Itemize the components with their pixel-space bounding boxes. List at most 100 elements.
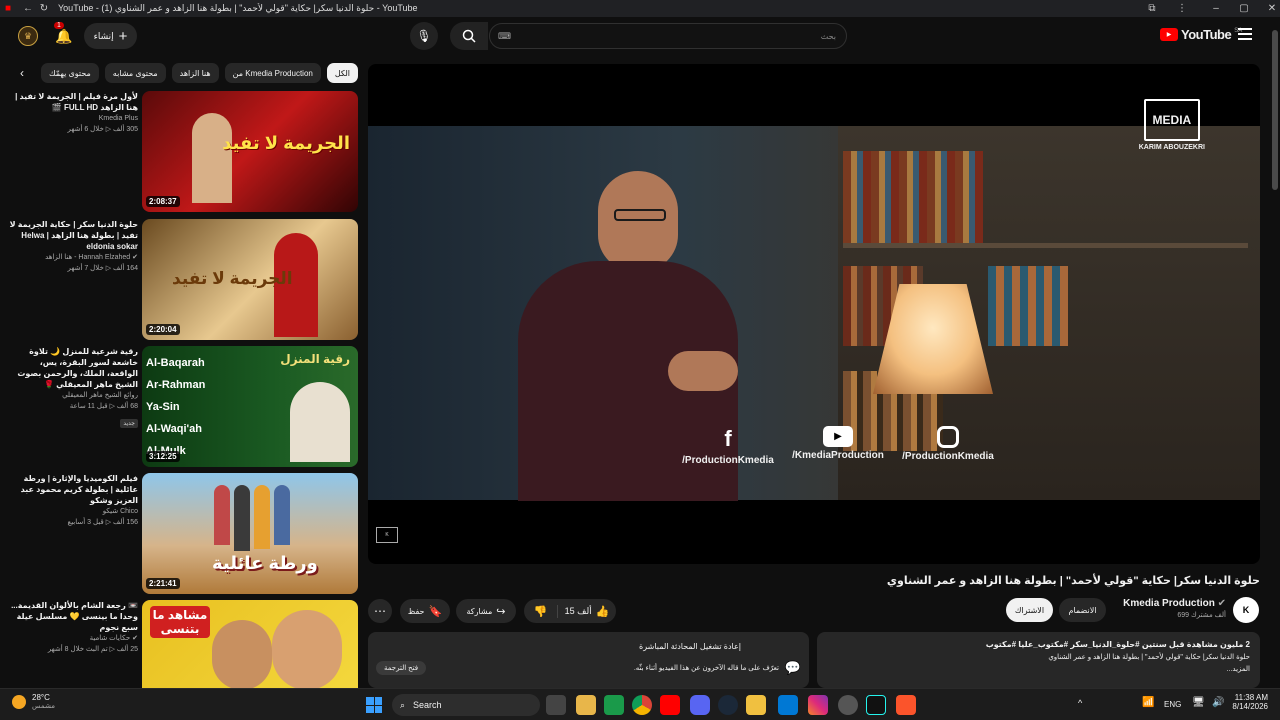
thumbnail[interactable]: Al-BaqarahAr-RahmanYa-SinAl-Waqi'ahAl-Mu… <box>142 346 358 467</box>
facebook-icon: f <box>724 426 732 451</box>
chip-from-channel[interactable]: من Kmedia Production <box>224 63 321 83</box>
volume-icon[interactable]: 🔊 <box>1212 697 1224 708</box>
rec-meta: 305 ألف ▷ خلال 6 أشهر <box>67 126 138 133</box>
rec-meta: 164 ألف ▷ خلال 7 أشهر <box>67 265 138 272</box>
back-icon[interactable]: ← <box>20 3 36 14</box>
file-explorer-icon[interactable] <box>576 695 596 715</box>
folder-icon[interactable] <box>746 695 766 715</box>
create-button[interactable]: إنشاء + <box>84 23 137 49</box>
chip-for-you[interactable]: محتوى يهمّك <box>41 63 99 83</box>
list-item[interactable]: Al-BaqarahAr-RahmanYa-SinAl-Waqi'ahAl-Mu… <box>8 346 358 467</box>
chat-replay-button[interactable]: فتح الترجمة <box>376 661 427 675</box>
task-view-icon[interactable] <box>546 695 566 715</box>
join-button[interactable]: الانضمام <box>1059 598 1106 622</box>
chip-all[interactable]: الكل <box>326 63 358 83</box>
taskbar-search[interactable]: ⌕ Search <box>392 694 540 716</box>
rec-channel[interactable]: ✔ Hannah Elzahed - هنا الزاهد <box>8 252 138 263</box>
microphone-icon: 🎙 <box>416 29 432 43</box>
search-button[interactable] <box>450 22 488 50</box>
rec-channel[interactable]: Kmedia Plus <box>8 113 138 124</box>
rec-title[interactable]: 📼 رجعة الشام بالألوان القديمة... وحدا ما… <box>8 600 138 633</box>
duration: 2:20:04 <box>146 324 180 335</box>
thumbnail[interactable]: الجريمة لا تفيد 2:08:37 <box>142 91 358 212</box>
chips-prev-icon[interactable]: ‹ <box>20 66 24 80</box>
windows-start-icon[interactable] <box>366 697 382 713</box>
youtube-social-icon: ▶ <box>823 426 853 447</box>
extensions-icon[interactable]: ⧉ <box>1144 3 1160 14</box>
language-indicator[interactable]: ENG <box>1164 700 1181 709</box>
windows-taskbar: 28°C مشمس ⌕ Search ^ 📶 ENG 🖥 🔊 11:38 AM … <box>0 688 1280 720</box>
description-box[interactable]: 2 مليون مشاهدة قبل سنتين #حلوة_الدنيا_سك… <box>817 632 1260 688</box>
voice-search-button[interactable]: 🎙 <box>410 22 438 50</box>
chat-bubble-icon: 💬 <box>784 660 801 675</box>
minimize-icon[interactable]: – <box>1208 3 1224 14</box>
close-icon[interactable]: ✕ <box>1264 3 1280 14</box>
subscribe-label: الاشتراك <box>1014 605 1045 615</box>
description-views: 2 مليون مشاهدة قبل سنتين #حلوة_الدنيا_سك… <box>985 640 1250 649</box>
list-item[interactable]: ورطة عائلية 2:21:41 فيلم الكوميديا والإث… <box>8 473 358 594</box>
settings-icon[interactable] <box>838 695 858 715</box>
youtube-app-icon[interactable] <box>660 695 680 715</box>
notifications-button[interactable]: 🔔 1 <box>52 22 76 48</box>
more-actions-button[interactable]: ⋯ <box>368 599 392 623</box>
menu-icon[interactable]: ⋮ <box>1174 3 1190 14</box>
rec-title[interactable]: حلوة الدنيا سكر | حكاية الجريمة لا تفيد … <box>8 219 138 252</box>
list-item[interactable]: الجريمة لا تفيد 2:08:37 لأول مرة فيلم | … <box>8 91 358 212</box>
youtube-logo[interactable]: ▶ YouTube SA <box>1160 27 1242 42</box>
hamburger-menu-icon[interactable] <box>1238 28 1252 40</box>
rec-meta: 156 ألف ▷ قبل 3 أسابيع <box>67 519 138 526</box>
rec-title[interactable]: رقية شرعية للمنزل 🌙 تلاوة خاشعة لسور الب… <box>8 346 138 390</box>
instagram-app-icon[interactable] <box>808 695 828 715</box>
like-button[interactable]: 15 ألف 👍 <box>558 605 616 618</box>
steam-icon[interactable] <box>718 695 738 715</box>
verified-icon: ✔ <box>1217 598 1226 609</box>
avatar[interactable]: ♛ <box>18 26 38 46</box>
rec-channel[interactable]: Chico شيكو <box>8 506 138 517</box>
search-input[interactable]: ⌨ بحث <box>489 23 847 49</box>
list-item[interactable]: الجريمة لا تفيد 2:20:04 حلوة الدنيا سكر … <box>8 219 358 340</box>
discord-icon[interactable] <box>690 695 710 715</box>
thumbnail[interactable]: مشاهد ما بتنسى <box>142 600 358 688</box>
list-item[interactable]: مشاهد ما بتنسى 📼 رجعة الشام بالألوان الق… <box>8 600 358 688</box>
taskbar-search-label: Search <box>413 700 442 710</box>
keyboard-icon[interactable]: ⌨ <box>498 31 511 42</box>
share-label: مشاركة <box>466 606 493 616</box>
thumb-caption: مشاهد ما بتنسى <box>150 606 210 638</box>
chrome-icon[interactable] <box>632 695 652 715</box>
subscribe-button[interactable]: الاشتراك <box>1006 598 1053 622</box>
chat-replay-box: إعادة تشغيل المحادثة المباشرة 💬 تعرّف عل… <box>368 632 809 688</box>
save-button[interactable]: حفظ 🔖 <box>400 599 450 623</box>
thumbnail[interactable]: الجريمة لا تفيد 2:20:04 <box>142 219 358 340</box>
tiktok-icon[interactable] <box>866 695 886 715</box>
video-player[interactable]: f /ProductionKmedia ▶ /KmediaProduction … <box>368 64 1260 564</box>
chip-hana[interactable]: هنا الزاهد <box>171 63 219 83</box>
share-button[interactable]: مشاركة ↪ <box>456 599 516 623</box>
new-badge: جديد <box>120 419 138 428</box>
rec-title[interactable]: لأول مرة فيلم | الجريمة لا تفيد | هنا ال… <box>8 91 138 113</box>
dislike-button[interactable]: 👎 <box>524 604 558 618</box>
wifi-icon[interactable]: 📶 <box>1142 697 1154 708</box>
rec-channel[interactable]: روائع الشيخ ماهر المعيقلي <box>8 390 138 401</box>
browser-titlebar: ■ ← ↻ YouTube - (1) حلوة الدنيا سكر| حكا… <box>0 0 1280 17</box>
network-icon[interactable]: 🖥 <box>1192 697 1205 708</box>
app-icon[interactable] <box>604 695 624 715</box>
thumbnail[interactable]: ورطة عائلية 2:21:41 <box>142 473 358 594</box>
rec-info: 📼 رجعة الشام بالألوان القديمة... وحدا ما… <box>8 600 138 655</box>
reload-icon[interactable]: ↻ <box>36 3 52 14</box>
brave-icon[interactable] <box>896 695 916 715</box>
like-dislike-group: 👎 15 ألف 👍 <box>524 599 616 623</box>
channel-avatar[interactable]: K <box>1233 597 1259 623</box>
app-icon[interactable] <box>778 695 798 715</box>
brand-watermark: MEDIA KARIM ABOUZEKRI <box>1139 99 1205 151</box>
chip-related[interactable]: محتوى مشابه <box>104 63 166 83</box>
weather-widget[interactable]: 28°C مشمس <box>12 693 55 710</box>
page-scrollbar[interactable] <box>1272 30 1278 190</box>
clock[interactable]: 11:38 AM 8/14/2026 <box>1228 693 1268 711</box>
channel-name[interactable]: Kmedia Production ✔ <box>1110 598 1226 609</box>
rec-channel[interactable]: ✔ حكايات شامية <box>8 633 138 644</box>
maximize-icon[interactable]: ▢ <box>1236 3 1252 14</box>
tray-chevron-icon[interactable]: ^ <box>1078 698 1082 708</box>
rec-title[interactable]: فيلم الكوميديا والإثارة | ورطة عائلية | … <box>8 473 138 506</box>
show-more-link[interactable]: ...المزيد <box>827 665 1250 673</box>
instagram-icon <box>937 426 959 448</box>
